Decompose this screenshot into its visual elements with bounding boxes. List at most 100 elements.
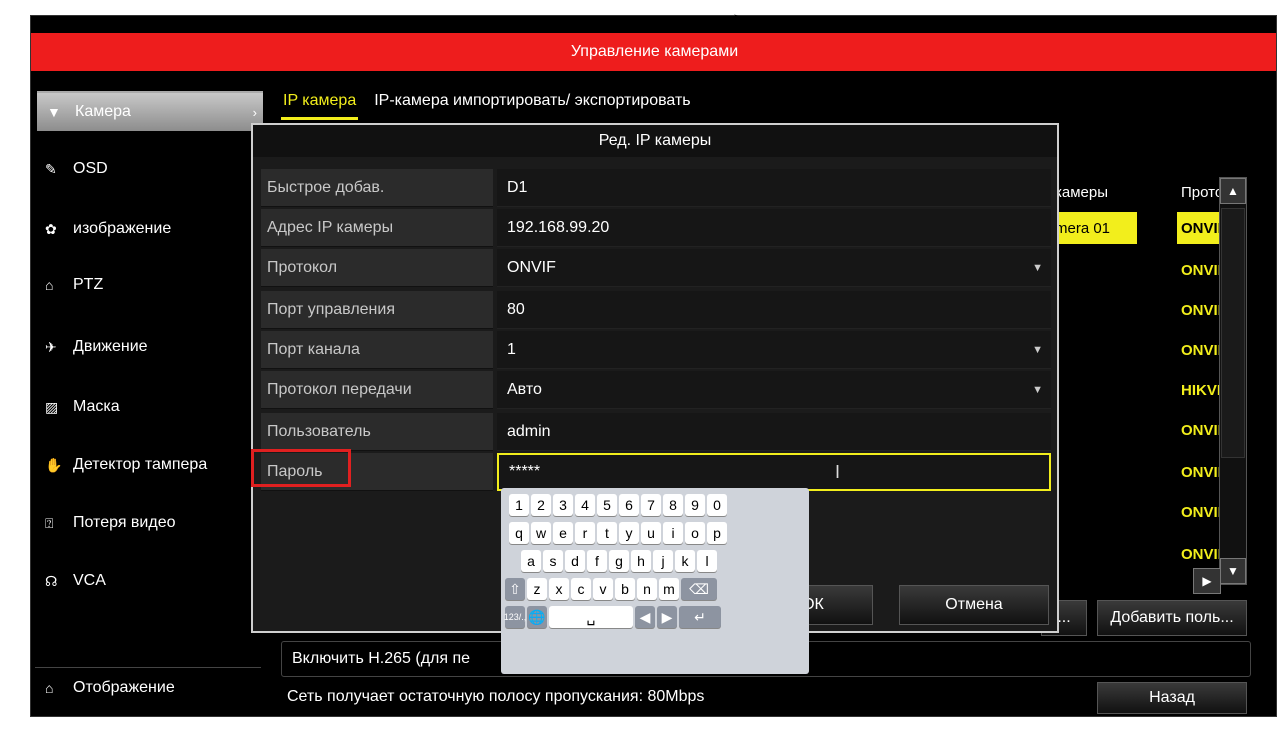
key[interactable]: z	[527, 578, 547, 600]
key[interactable]: e	[553, 522, 573, 544]
sidebar: ▼ Камера › ✎ OSD ✿ изображение ⌂ PTZ ✈ Д…	[31, 71, 266, 716]
sidebar-item-mask[interactable]: ▨ Маска	[35, 387, 261, 427]
field-label: Порт канала	[261, 331, 493, 369]
add-user-button[interactable]: Добавить поль...	[1097, 600, 1247, 636]
chevron-right-icon[interactable]: ▶	[1193, 568, 1221, 594]
sidebar-item-image[interactable]: ✿ изображение	[35, 209, 261, 249]
onscreen-keyboard: 1 2 3 4 5 6 7 8 9 0 q w e r t y u i o p …	[501, 488, 809, 674]
sidebar-item-label: Камера	[75, 103, 131, 120]
username-input[interactable]: admin	[497, 413, 1051, 451]
sidebar-item-video-loss[interactable]: ⍰ Потеря видео	[35, 503, 261, 543]
chevron-down-icon[interactable]: ▼	[1220, 558, 1246, 584]
key[interactable]: 4	[575, 494, 595, 516]
key[interactable]: o	[685, 522, 705, 544]
ip-address-input[interactable]: 192.168.99.20	[497, 209, 1051, 247]
enter-icon[interactable]: ↵	[679, 606, 721, 628]
sidebar-item-ptz[interactable]: ⌂ PTZ	[35, 265, 261, 305]
sidebar-item-camera[interactable]: ▼ Камера ›	[37, 91, 263, 131]
key[interactable]: s	[543, 550, 563, 572]
field-label: Протокол	[261, 249, 493, 287]
key[interactable]: u	[641, 522, 661, 544]
key[interactable]: 0	[707, 494, 727, 516]
field-protocol: Протокол ONVIF ▼	[261, 249, 1051, 287]
sidebar-item-tamper[interactable]: ✋ Детектор тампера	[35, 445, 261, 485]
channel-port-select[interactable]: 1 ▼	[497, 331, 1051, 369]
key[interactable]: 6	[619, 494, 639, 516]
key[interactable]: 3	[553, 494, 573, 516]
globe-icon[interactable]: 🌐	[527, 606, 547, 628]
field-value: D1	[507, 178, 528, 196]
key[interactable]: g	[609, 550, 629, 572]
password-input[interactable]: ***** I	[497, 453, 1051, 491]
chevron-down-icon: ▼	[1032, 383, 1043, 396]
key[interactable]: y	[619, 522, 639, 544]
cancel-button[interactable]: Отмена	[899, 585, 1049, 625]
chevron-up-icon[interactable]: ▲	[1220, 178, 1246, 204]
sidebar-item-label: Потеря видео	[73, 514, 176, 531]
key[interactable]: 7	[641, 494, 661, 516]
field-value: 80	[507, 300, 525, 318]
camera-name-cell: mera 01	[1055, 212, 1137, 244]
management-port-input[interactable]: 80	[497, 291, 1051, 329]
dialog-title: Ред. IP камеры	[253, 125, 1057, 157]
key[interactable]: 5	[597, 494, 617, 516]
key[interactable]: 9	[685, 494, 705, 516]
key[interactable]: n	[637, 578, 657, 600]
key[interactable]: j	[653, 550, 673, 572]
key[interactable]: h	[631, 550, 651, 572]
key[interactable]: i	[663, 522, 683, 544]
scroll-thumb[interactable]	[1221, 208, 1245, 458]
tab-ip-camera[interactable]: IP камера	[281, 90, 359, 120]
ptz-icon: ⌂	[45, 277, 54, 293]
field-value: admin	[507, 422, 551, 440]
sidebar-item-label: OSD	[73, 160, 108, 177]
key[interactable]: v	[593, 578, 613, 600]
numeric-toggle-key[interactable]: 123/.,	[504, 606, 526, 628]
column-header-camera: камеры	[1055, 183, 1109, 201]
sidebar-item-display[interactable]: ⌂ Отображение	[35, 667, 261, 707]
field-value: ONVIF	[507, 258, 556, 276]
key[interactable]: p	[707, 522, 727, 544]
chevron-down-icon: ▼	[1032, 261, 1043, 274]
key[interactable]: m	[659, 578, 679, 600]
sidebar-item-osd[interactable]: ✎ OSD	[35, 149, 261, 189]
key[interactable]: 2	[531, 494, 551, 516]
key[interactable]: q	[509, 522, 529, 544]
key[interactable]: r	[575, 522, 595, 544]
sidebar-item-motion[interactable]: ✈ Движение	[35, 327, 261, 367]
key[interactable]: d	[565, 550, 585, 572]
mask-icon: ▨	[45, 398, 59, 415]
image-icon: ✿	[45, 220, 57, 237]
backspace-icon[interactable]: ⌫	[681, 578, 717, 600]
key[interactable]: l	[697, 550, 717, 572]
key[interactable]: k	[675, 550, 695, 572]
field-value: Авто	[507, 380, 542, 398]
field-ip-address: Адрес IP камеры 192.168.99.20	[261, 209, 1051, 247]
field-label: Адрес IP камеры	[261, 209, 493, 247]
field-label: Пользователь	[261, 413, 493, 451]
key[interactable]: f	[587, 550, 607, 572]
osd-icon: ✎	[45, 160, 57, 177]
protocol-select[interactable]: ONVIF ▼	[497, 249, 1051, 287]
vca-icon: ☊	[45, 572, 58, 589]
back-button[interactable]: Назад	[1097, 682, 1247, 714]
quick-add-input[interactable]: D1	[497, 169, 1051, 207]
key[interactable]: w	[531, 522, 551, 544]
key[interactable]: 1	[509, 494, 529, 516]
field-value: 1	[507, 340, 516, 358]
space-key[interactable]: ␣	[549, 606, 633, 628]
key[interactable]: a	[521, 550, 541, 572]
key[interactable]: x	[549, 578, 569, 600]
shift-icon[interactable]: ⇧	[505, 578, 525, 600]
arrow-right-icon[interactable]: ▶	[657, 606, 677, 628]
transfer-protocol-select[interactable]: Авто ▼	[497, 371, 1051, 409]
key[interactable]: b	[615, 578, 635, 600]
key[interactable]: 8	[663, 494, 683, 516]
chevron-down-icon: ▼	[1032, 343, 1043, 356]
table-scrollbar[interactable]: ▲ ▼	[1219, 177, 1247, 585]
sidebar-item-vca[interactable]: ☊ VCA	[35, 561, 261, 601]
tab-import-export[interactable]: IP-камера импортировать/ экспортировать	[372, 90, 692, 120]
key[interactable]: t	[597, 522, 617, 544]
key[interactable]: c	[571, 578, 591, 600]
arrow-left-icon[interactable]: ◀	[635, 606, 655, 628]
